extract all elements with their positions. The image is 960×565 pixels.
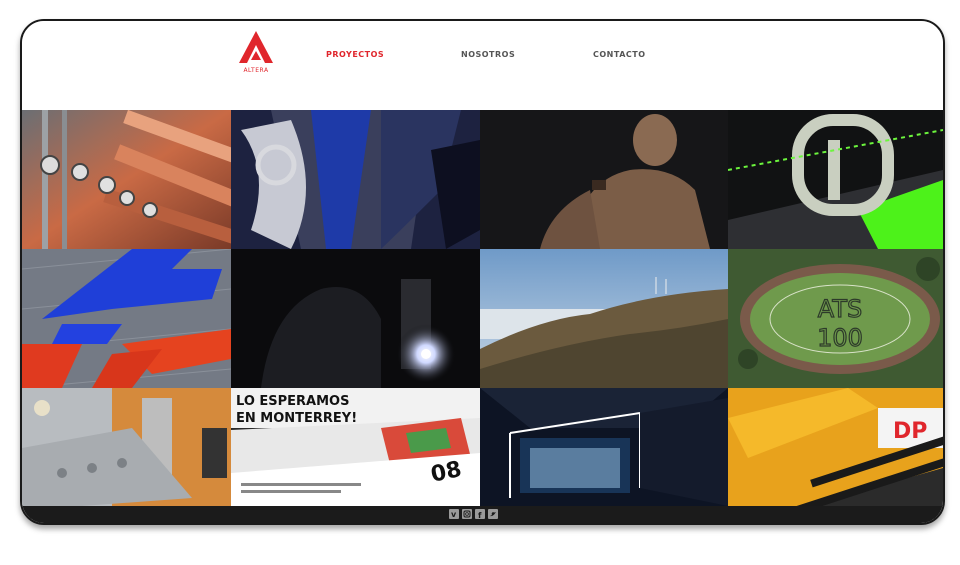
project-tile-construction[interactable] xyxy=(22,388,231,506)
athlete-portrait-image xyxy=(480,110,728,249)
nav-contacto[interactable]: CONTACTO xyxy=(593,50,646,59)
welding-sparks-image xyxy=(231,249,480,388)
stadium-aerial-image: ATS 100 xyxy=(728,249,943,388)
twitter-icon[interactable] xyxy=(488,509,498,519)
vimeo-icon[interactable]: v xyxy=(449,509,459,519)
mountain-landscape-image xyxy=(480,249,728,388)
site-header: ALTERA PROYECTOS NOSOTROS CONTACTO xyxy=(22,21,943,110)
construction-equipment-image xyxy=(22,388,231,506)
print-headline-2: EN MONTERREY! xyxy=(236,411,357,426)
project-tile-welding[interactable] xyxy=(231,249,480,388)
machinery-brand-text: DP xyxy=(893,419,927,444)
project-tile-warehouse[interactable] xyxy=(480,388,728,506)
industrial-pipes-image xyxy=(22,110,231,249)
warehouse-interior-image xyxy=(480,388,728,506)
project-tile-stadium[interactable]: ATS 100 xyxy=(728,249,943,388)
nav-nosotros[interactable]: NOSOTROS xyxy=(461,50,515,59)
yellow-machinery-image: DP xyxy=(728,388,943,506)
project-tile-machinery[interactable]: DP xyxy=(728,388,943,506)
logo-text: ALTERA xyxy=(243,67,269,74)
project-tile-crest[interactable] xyxy=(231,110,480,249)
project-tile-print[interactable]: LO ESPERAMOS EN MONTERREY! 08 xyxy=(231,388,480,506)
stadium-text-line1: ATS xyxy=(818,295,862,323)
harness-buckle-image xyxy=(728,110,943,249)
project-tile-logo3d[interactable] xyxy=(22,249,231,388)
facebook-icon[interactable]: f xyxy=(475,509,485,519)
svg-text:v: v xyxy=(451,510,457,519)
project-tile-buckle[interactable] xyxy=(728,110,943,249)
project-grid: ATS 100 LO ESPERAMOS EN MONTERREY! 08 DP xyxy=(22,110,943,506)
red-blue-logo-3d-image xyxy=(22,249,231,388)
svg-text:f: f xyxy=(478,511,482,519)
ornamental-crest-image xyxy=(231,110,480,249)
social-links: v f xyxy=(449,509,498,519)
altera-logo[interactable]: ALTERA xyxy=(236,29,276,79)
nav-proyectos[interactable]: PROYECTOS xyxy=(326,50,384,59)
browser-frame: ALTERA PROYECTOS NOSOTROS CONTACTO ATS 1… xyxy=(20,19,945,525)
stadium-text-line2: 100 xyxy=(817,324,863,352)
project-tile-athlete[interactable] xyxy=(480,110,728,249)
logo-mark-icon xyxy=(239,31,273,63)
site-footer: v f xyxy=(22,506,943,523)
print-headline-1: LO ESPERAMOS xyxy=(236,394,349,409)
project-tile-industrial[interactable] xyxy=(22,110,231,249)
project-tile-landscape[interactable] xyxy=(480,249,728,388)
instagram-icon[interactable] xyxy=(462,509,472,519)
print-materials-image: LO ESPERAMOS EN MONTERREY! 08 xyxy=(231,388,480,506)
